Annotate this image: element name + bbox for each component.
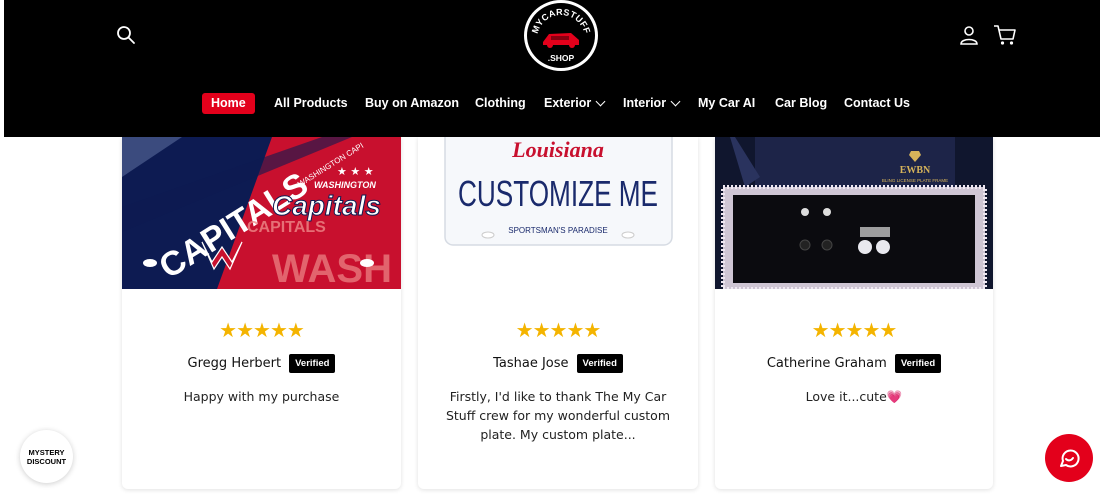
nav-all-products[interactable]: All Products [274,92,348,114]
box-brand: EWBN [900,165,931,176]
search-icon[interactable] [116,25,136,45]
review-card: CAPITALS WASHINGTON CAPI ★ ★ ★ WASHINGTO… [122,137,401,489]
plate-logo-word: Capitals [272,190,381,221]
mystery-line-2: DISCOUNT [26,456,67,466]
reviewer-row: Catherine Graham Verified [715,354,993,373]
review-card: Louisiana CUSTOMIZE ME SPORTSMAN'S PARAD… [418,137,698,489]
nav-contact-us[interactable]: Contact Us [844,92,910,114]
rating-stars: ★★★★★ [811,318,898,342]
verified-badge: Verified [894,354,942,373]
reviewer-name: Catherine Graham [766,356,887,371]
plate-stars: ★ ★ ★ [337,165,374,178]
nav-clothing[interactable]: Clothing [475,92,526,114]
site-logo[interactable]: MYCARSTUFF .SHOP [524,0,598,71]
main-nav: Home All Products Buy on Amazon Clothing… [4,92,1100,114]
user-icon[interactable] [959,25,979,45]
mystery-line-1: MYSTERY [28,447,65,457]
plate-state: Louisiana [511,137,604,162]
site-header: MYCARSTUFF .SHOP Home All Products Buy o… [4,0,1100,137]
mystery-discount-button[interactable]: MYSTERY DISCOUNT [20,430,73,483]
chevron-down-icon [670,96,681,106]
logo-bottom-text: .SHOP [548,53,575,63]
nav-exterior[interactable]: Exterior [544,92,606,114]
rating-stars: ★★★★★ [219,318,305,342]
nav-car-blog[interactable]: Car Blog [775,92,827,114]
chat-button[interactable] [1045,434,1093,482]
nav-home[interactable]: Home [202,93,255,114]
nav-my-car-ai[interactable]: My Car AI [698,92,755,114]
nav-interior[interactable]: Interior [623,92,681,114]
reviewer-name: Tashae Jose [493,356,569,371]
reviewer-row: Gregg Herbert Verified [122,354,401,373]
plate-footer: SPORTSMAN'S PARADISE [508,226,607,235]
rating-stars: ★★★★★ [515,318,602,342]
review-card: EWBN BLING LICENSE PLATE FRAME ★★★★★ Cat… [715,137,993,489]
chevron-down-icon [595,96,606,106]
product-image[interactable]: EWBN BLING LICENSE PLATE FRAME [715,137,993,289]
review-text: Love it...cute💗 [805,389,903,404]
plate-team-small: WASHINGTON [314,180,376,190]
cart-icon[interactable] [993,24,1017,46]
verified-badge: Verified [289,354,336,373]
box-tagline: BLING LICENSE PLATE FRAME [882,178,948,183]
reviewer-name: Gregg Herbert [187,356,282,371]
plate-bottom-word: CAPITALS [247,219,326,236]
product-image[interactable]: CAPITALS WASHINGTON CAPI ★ ★ ★ WASHINGTO… [122,137,401,289]
plate-bottom-big: WASH [272,247,392,289]
product-image[interactable]: Louisiana CUSTOMIZE ME SPORTSMAN'S PARAD… [418,137,698,289]
nav-buy-on-amazon[interactable]: Buy on Amazon [365,92,459,114]
reviewer-row: Tashae Jose Verified [418,354,698,373]
chat-icon [1060,449,1080,468]
verified-badge: Verified [576,354,623,373]
svg-text:MYCARSTUFF: MYCARSTUFF [530,7,593,35]
logo-top-text: MYCARSTUFF [530,7,592,35]
review-text: Happy with my purchase [183,389,340,404]
plate-main-text: CUSTOMIZE ME [458,173,658,214]
review-text: Firstly, I'd like to thank The My Car St… [445,389,671,442]
